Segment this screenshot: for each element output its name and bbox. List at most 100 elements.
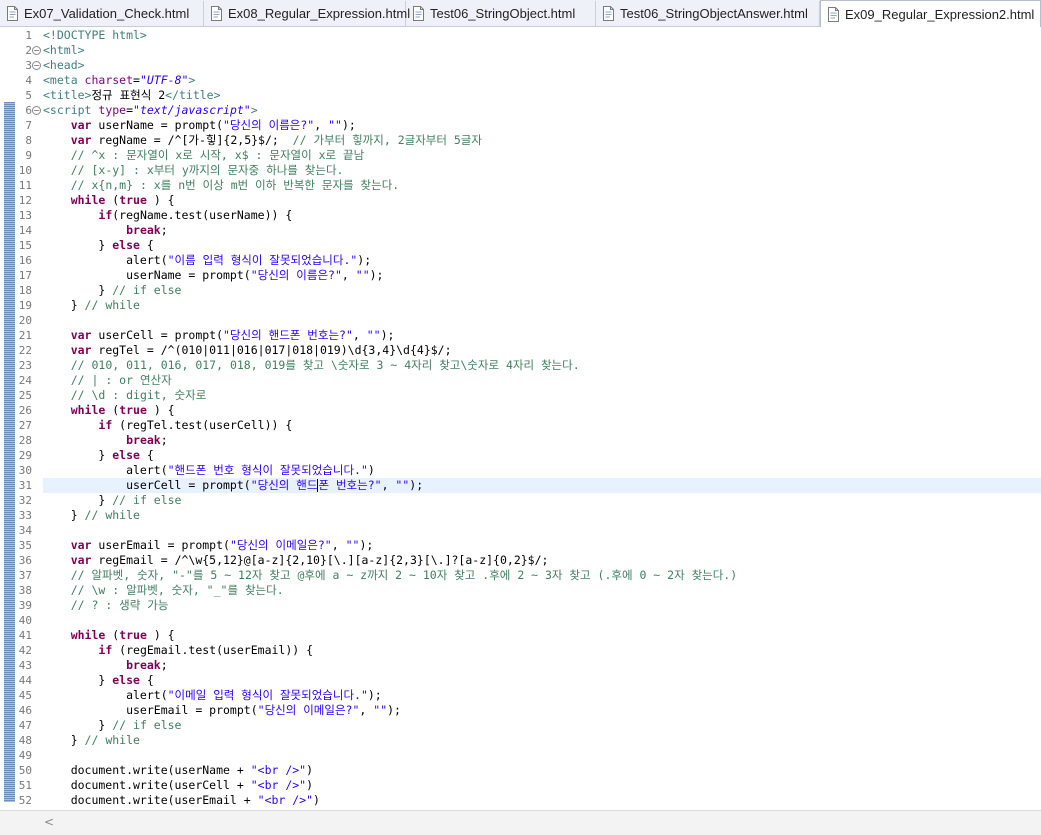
code-line[interactable]: } // if else (43, 283, 1041, 298)
code-line[interactable]: var userName = prompt("당신의 이름은?", ""); (43, 118, 1041, 133)
code-line[interactable]: <head> (43, 58, 1041, 73)
code-line[interactable]: // | : or 연산자 (43, 373, 1041, 388)
code-token: , (314, 118, 329, 132)
code-line[interactable]: var regName = /^[가-힣]{2,5}$/; // 가부터 힣까지… (43, 133, 1041, 148)
code-token: = (126, 103, 134, 117)
code-line[interactable]: <meta charset="UTF-8"> (43, 73, 1041, 88)
code-line[interactable]: <script type="text/javascript"> (43, 103, 1041, 118)
code-area[interactable]: <!DOCTYPE html> <html> <head> <meta charset… (43, 27, 1041, 810)
code-line[interactable] (43, 613, 1041, 628)
code-line[interactable]: if (regTel.test(userCell)) { (43, 418, 1041, 433)
tab-label: Test06_StringObject.html (430, 6, 576, 21)
code-line[interactable]: while (true ) { (43, 193, 1041, 208)
code-token: </title> (165, 88, 221, 102)
line-number: 51 (18, 779, 32, 792)
tab-5[interactable]: Ex09_Regular_Expression2.html✕ (820, 0, 1041, 27)
code-token: var (70, 118, 92, 132)
code-line[interactable]: <!DOCTYPE html> (43, 28, 1041, 43)
code-line[interactable]: if (regEmail.test(userEmail)) { (43, 643, 1041, 658)
code-line[interactable]: userEmail = prompt("당신의 이메일은?", ""); (43, 703, 1041, 718)
code-token: } (43, 448, 113, 462)
code-token: // if else (112, 283, 182, 297)
code-token: "당신의 핸드폰 번호는?" (223, 328, 353, 342)
code-line[interactable]: } // if else (43, 718, 1041, 733)
code-line[interactable]: document.write(userName + "<br />") (43, 763, 1041, 778)
code-line[interactable]: if(regName.test(userName)) { (43, 208, 1041, 223)
code-line[interactable]: // 알파벳, 숫자, "-"를 5 ~ 12자 찾고 @후에 a ~ z까지 … (43, 568, 1041, 583)
tab-2[interactable]: Ex08_Regular_Expression.html (204, 1, 410, 26)
line-number: 16 (18, 254, 32, 267)
code-token: "" (373, 703, 388, 717)
line-number: 28 (18, 434, 32, 447)
code-line[interactable]: break; (43, 223, 1041, 238)
code-editor[interactable]: 1 2−3−4 5 6−7 8 9 10 11 12 13 14 15 16 17 18 19 20 21 22 23… (0, 27, 1041, 810)
code-line[interactable]: var userEmail = prompt("당신의 이메일은?", ""); (43, 538, 1041, 553)
code-token: userEmail = prompt( (43, 703, 258, 717)
fold-toggle-icon[interactable]: − (32, 46, 41, 55)
code-line[interactable] (43, 523, 1041, 538)
code-line[interactable]: <title>정규 표현식 2</title> (43, 88, 1041, 103)
line-number: 47 (18, 719, 32, 732)
code-line[interactable]: userName = prompt("당신의 이름은?", ""); (43, 268, 1041, 283)
code-line[interactable]: // \d : digit, 숫자로 (43, 388, 1041, 403)
code-line[interactable]: } // while (43, 508, 1041, 523)
code-line[interactable]: var regTel = /^(010|011|016|017|018|019)… (43, 343, 1041, 358)
code-token: } (43, 283, 113, 297)
code-line[interactable]: var regEmail = /^\w{5,12}@[a-z]{2,10}[\.… (43, 553, 1041, 568)
line-number: 49 (18, 749, 32, 762)
code-token: ); (387, 703, 401, 717)
code-token: userName = prompt( (91, 118, 224, 132)
fold-toggle-icon[interactable]: − (32, 61, 41, 70)
code-token: // x{n,m} : x를 n번 이상 m번 이하 반복한 문자를 찾는다. (70, 178, 400, 192)
code-token: { (139, 238, 154, 252)
code-line[interactable]: document.write(userCell + "<br />") (43, 778, 1041, 793)
code-line[interactable]: break; (43, 658, 1041, 673)
code-line[interactable]: // ? : 생략 가능 (43, 598, 1041, 613)
code-line[interactable]: while (true ) { (43, 403, 1041, 418)
code-line[interactable]: var userCell = prompt("당신의 핸드폰 번호는?", ""… (43, 328, 1041, 343)
code-token: } (43, 298, 85, 312)
code-line[interactable]: } // while (43, 733, 1041, 748)
line-number: 32 (18, 494, 32, 507)
code-line[interactable]: } else { (43, 448, 1041, 463)
code-token: 폰 번호는?" (318, 478, 382, 492)
line-number: 3 (25, 59, 32, 72)
code-line[interactable]: } else { (43, 673, 1041, 688)
code-line[interactable]: } // while (43, 298, 1041, 313)
tab-4[interactable]: Test06_StringObjectAnswer.html (596, 1, 820, 26)
scroll-left-arrow[interactable]: < (44, 815, 54, 829)
code-line[interactable]: alert("핸드폰 번호 형식이 잘못되었습니다.") (43, 463, 1041, 478)
tab-1[interactable]: Ex07_Validation_Check.html (0, 1, 204, 26)
code-line[interactable]: while (true ) { (43, 628, 1041, 643)
code-line[interactable]: } else { (43, 238, 1041, 253)
code-token: if (98, 418, 113, 432)
horizontal-scrollbar[interactable]: < (0, 810, 1041, 835)
code-line[interactable]: // \w : 알파벳, 숫자, "_"를 찾는다. (43, 583, 1041, 598)
tab-label: Ex07_Validation_Check.html (24, 6, 190, 21)
code-line[interactable]: // x{n,m} : x를 n번 이상 m번 이하 반복한 문자를 찾는다. (43, 178, 1041, 193)
code-line[interactable]: break; (43, 433, 1041, 448)
code-line[interactable]: // [x-y] : x부터 y까지의 문자중 하나를 찾는다. (43, 163, 1041, 178)
code-token: } (43, 493, 113, 507)
code-line[interactable]: alert("이름 입력 형식이 잘못되었습니다."); (43, 253, 1041, 268)
code-line[interactable] (43, 748, 1041, 763)
tab-3[interactable]: Test06_StringObject.html (406, 1, 596, 26)
fold-toggle-icon[interactable]: − (32, 106, 41, 115)
code-token: ) { (146, 628, 175, 642)
code-line[interactable]: userCell = prompt("당신의 핸드폰 번호는?", ""); (43, 478, 1041, 493)
code-token: ) { (146, 193, 175, 207)
line-number: 44 (18, 674, 32, 687)
code-line[interactable]: document.write(userEmail + "<br />") (43, 793, 1041, 808)
code-line[interactable]: // 010, 011, 016, 017, 018, 019를 찾고 \숫자로… (43, 358, 1041, 373)
code-line[interactable]: } // if else (43, 493, 1041, 508)
code-line[interactable]: <html> (43, 43, 1041, 58)
code-line[interactable]: // ^x : 문자열이 x로 시작, x$ : 문자열이 x로 끝남 (43, 148, 1041, 163)
code-token: , (352, 328, 367, 342)
code-line[interactable]: alert("이메일 입력 형식이 잘못되었습니다."); (43, 688, 1041, 703)
line-number: 10 (18, 164, 32, 177)
code-line[interactable] (43, 313, 1041, 328)
